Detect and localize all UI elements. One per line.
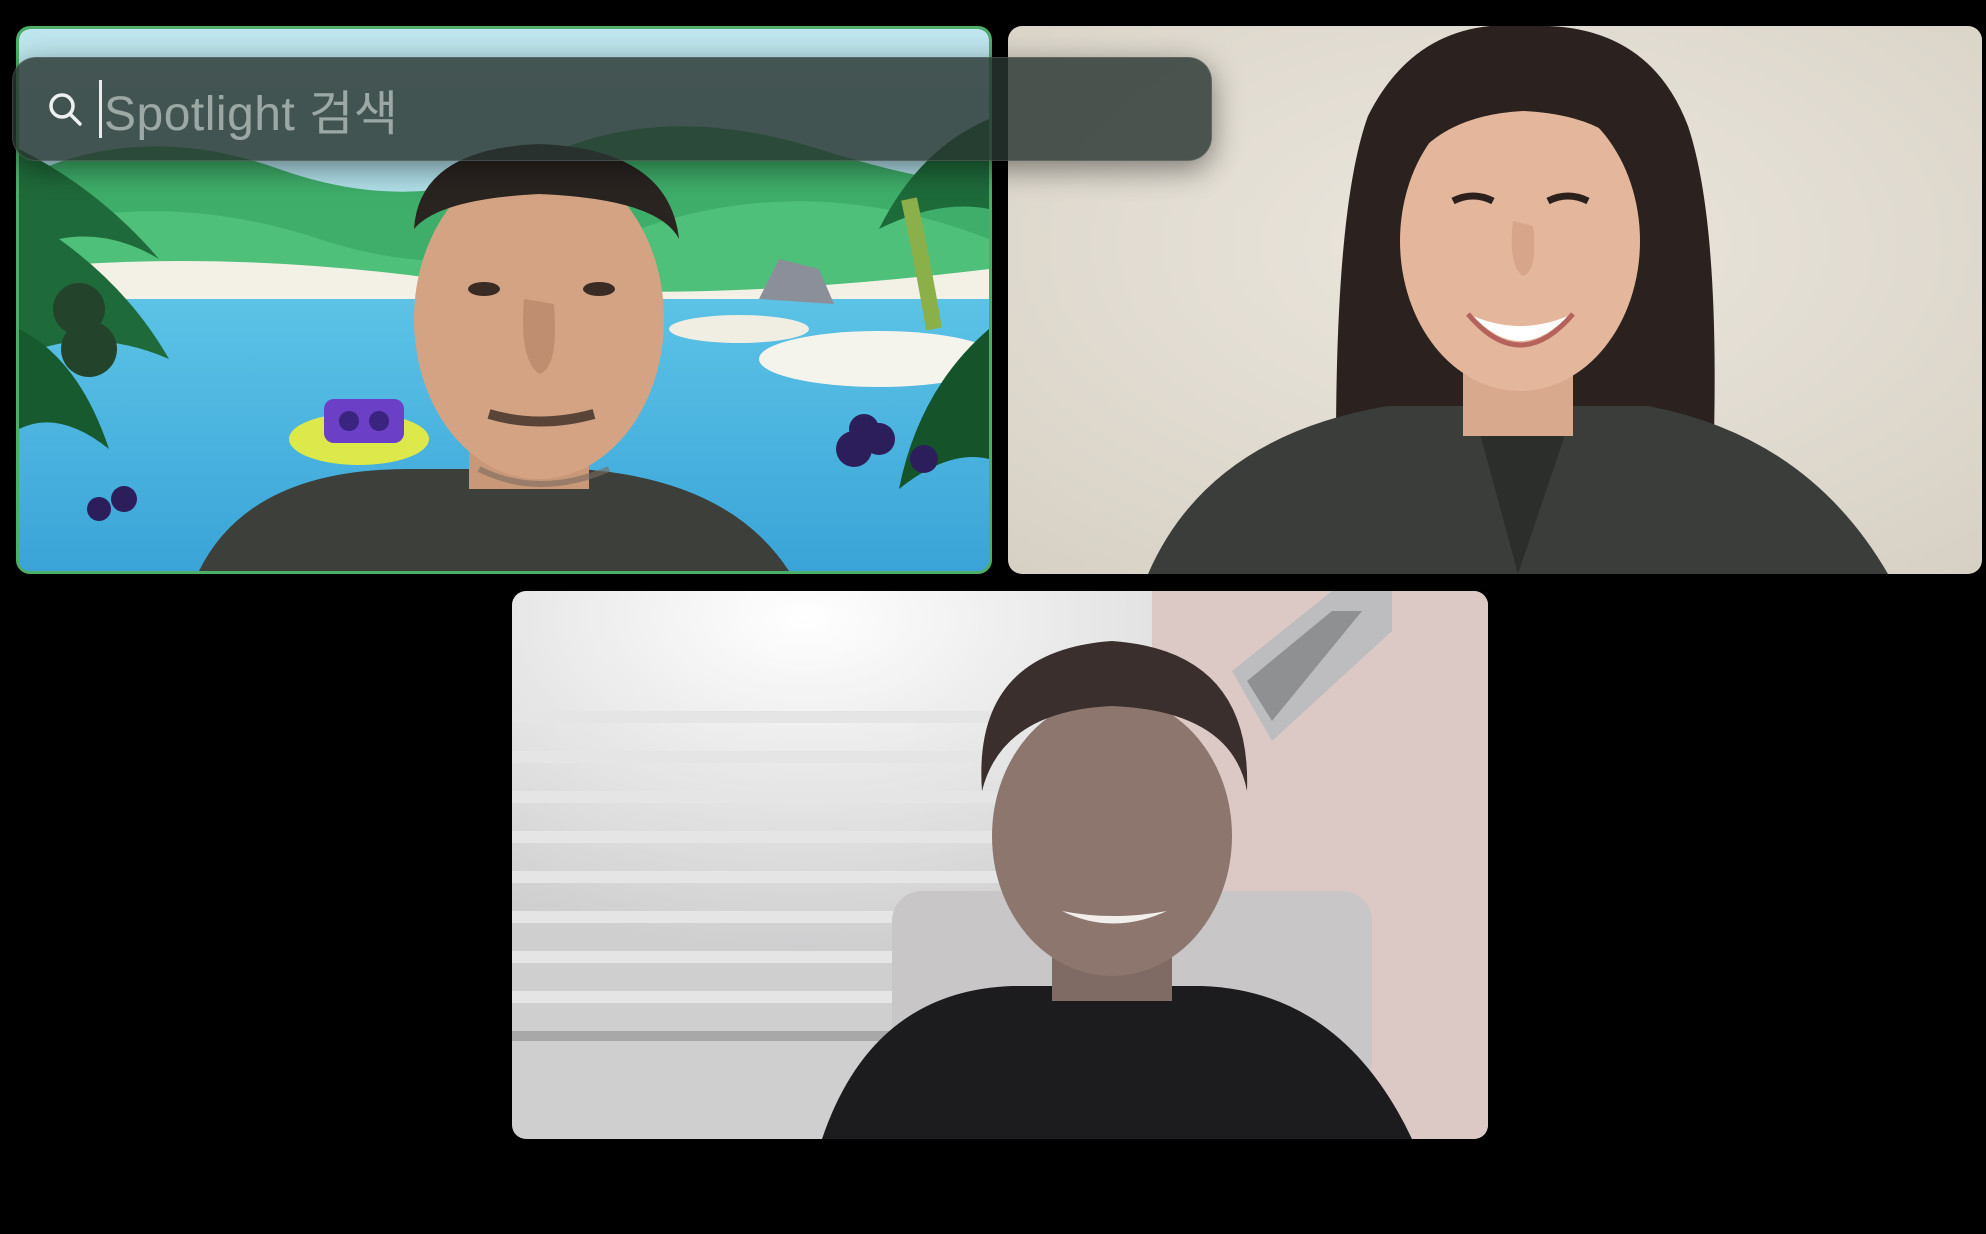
participant-video-3 [512,591,1488,1139]
participant-tile-3[interactable] [512,591,1488,1139]
video-call-window: Spotlight 검색 [0,0,1986,1234]
search-icon [43,87,87,131]
spotlight-search-input[interactable]: Spotlight 검색 [104,74,398,144]
spotlight-search-bar[interactable]: Spotlight 검색 [12,57,1212,161]
text-cursor [99,80,102,138]
